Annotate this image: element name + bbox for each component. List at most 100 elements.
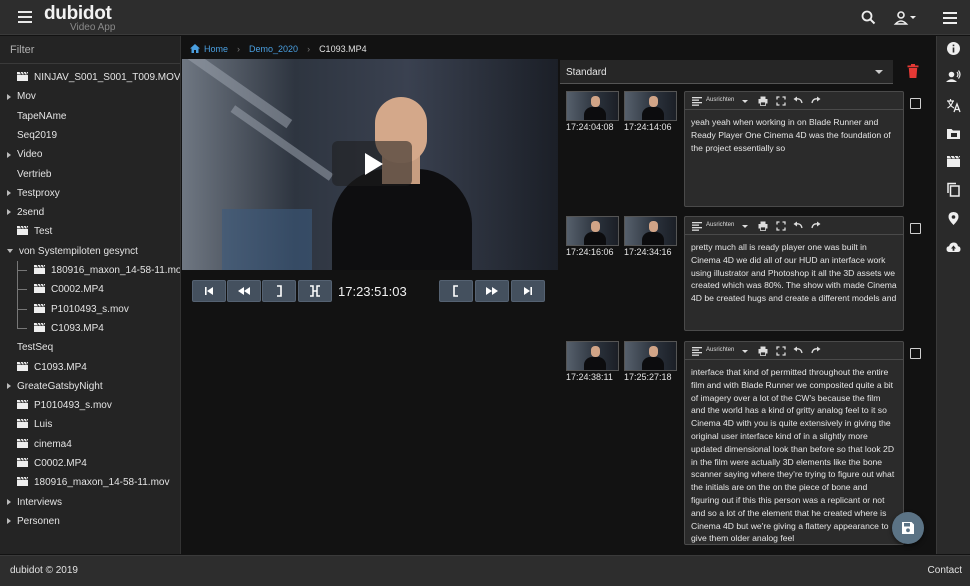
cloud-upload-icon[interactable] <box>946 240 961 255</box>
rewind-button[interactable] <box>227 280 261 302</box>
caret-down-icon[interactable] <box>742 221 748 231</box>
redo-icon[interactable] <box>811 221 821 231</box>
transcript-text[interactable]: pretty much all is ready player one was … <box>685 235 903 311</box>
chevron-down-icon[interactable] <box>7 249 13 254</box>
tree-folder[interactable]: Personen <box>7 512 60 531</box>
align-left-icon[interactable] <box>692 221 702 231</box>
tree-folder[interactable]: Interviews <box>7 493 62 512</box>
tree-folder[interactable]: von Systempiloten gesynct <box>7 242 138 261</box>
transcript-editor[interactable]: Ausrichten interface that kind of permitt… <box>684 341 904 545</box>
tree-item-label: Vertrieb <box>17 168 52 180</box>
save-button[interactable] <box>892 512 924 544</box>
chevron-right-icon[interactable] <box>7 190 11 197</box>
print-icon[interactable] <box>758 96 768 106</box>
tree-folder[interactable]: Testproxy <box>7 184 60 203</box>
tree-item[interactable]: C0002.MP4 <box>34 280 104 299</box>
undo-icon[interactable] <box>793 346 803 356</box>
tree-item[interactable]: cinema4 <box>17 435 72 454</box>
filter-input[interactable]: Filter <box>0 36 180 64</box>
tree-item[interactable]: NINJAV_S001_S001_T009.MOV <box>17 68 180 87</box>
delete-icon[interactable] <box>907 64 919 78</box>
chevron-right-icon[interactable] <box>7 383 11 390</box>
segment-checkbox[interactable] <box>910 223 921 234</box>
menu-icon[interactable] <box>940 8 960 28</box>
fullscreen-icon[interactable] <box>776 96 786 106</box>
clapperboard-icon[interactable] <box>946 154 961 169</box>
video-player[interactable] <box>182 59 558 270</box>
tree-folder[interactable]: 2send <box>7 203 44 222</box>
tree-item[interactable]: P1010493_s.mov <box>34 300 129 319</box>
translate-icon[interactable] <box>946 98 961 113</box>
tree-item[interactable]: Test <box>17 222 52 241</box>
align-left-icon[interactable] <box>692 96 702 106</box>
transcript-editor[interactable]: Ausrichten pretty much all is ready playe… <box>684 216 904 331</box>
print-icon[interactable] <box>758 221 768 231</box>
print-icon[interactable] <box>758 346 768 356</box>
undo-icon[interactable] <box>793 221 803 231</box>
location-pin-icon[interactable] <box>946 211 961 226</box>
caret-down-icon[interactable] <box>742 346 748 356</box>
first-frame-button[interactable] <box>192 280 226 302</box>
tree-item[interactable]: Vertrieb <box>17 165 51 184</box>
align-left-icon[interactable] <box>692 346 702 356</box>
tree-item[interactable]: Seq2019 <box>17 126 57 145</box>
redo-icon[interactable] <box>811 96 821 106</box>
tree-item[interactable]: TestSeq <box>17 338 53 357</box>
segment-thumbnail[interactable] <box>566 341 619 371</box>
segment-thumbnail[interactable] <box>624 341 677 371</box>
segment-thumbnail[interactable] <box>624 91 677 121</box>
tree-item[interactable]: C1093.MP4 <box>17 358 87 377</box>
breadcrumb-home[interactable]: Home <box>204 44 228 54</box>
mark-out-button[interactable] <box>262 280 296 302</box>
fullscreen-icon[interactable] <box>776 221 786 231</box>
chevron-right-icon[interactable] <box>7 518 11 525</box>
fullscreen-icon[interactable] <box>776 346 786 356</box>
segment-thumbnail[interactable] <box>566 216 619 246</box>
tree-item[interactable]: 180916_maxon_14-58-11.mov <box>17 473 169 492</box>
play-button[interactable] <box>332 141 412 186</box>
copy-icon[interactable] <box>946 182 961 197</box>
info-icon[interactable] <box>946 41 961 56</box>
tree-item[interactable]: C0002.MP4 <box>17 454 87 473</box>
tree-item[interactable]: P1010493_s.mov <box>17 396 112 415</box>
last-frame-button[interactable] <box>511 280 545 302</box>
account-icon[interactable] <box>893 8 919 28</box>
transcript-editor[interactable]: Ausrichten yeah yeah when working in on B… <box>684 91 904 207</box>
contact-link[interactable]: Contact <box>928 565 962 576</box>
caret-down-icon[interactable] <box>742 96 748 106</box>
chevron-right-icon[interactable] <box>7 209 11 216</box>
align-dropdown[interactable]: Ausrichten <box>706 97 734 103</box>
align-dropdown[interactable]: Ausrichten <box>706 347 734 353</box>
tree-item-label: C1093.MP4 <box>51 322 104 334</box>
segment-checkbox[interactable] <box>910 98 921 109</box>
transcript-text[interactable]: interface that kind of permitted through… <box>685 360 903 544</box>
tree-folder[interactable]: Video <box>7 145 42 164</box>
search-icon[interactable] <box>859 8 879 28</box>
mark-in-button[interactable] <box>439 280 473 302</box>
segment-thumbnail[interactable] <box>566 91 619 121</box>
speaker-voice-icon[interactable] <box>946 69 961 84</box>
language-select[interactable]: Standard <box>560 60 893 84</box>
tree-folder[interactable]: GreateGatsbyNight <box>7 377 103 396</box>
app-header: dubidot Video App <box>0 0 970 35</box>
tree-item[interactable]: TapeNAme <box>17 107 66 126</box>
chevron-right-icon[interactable] <box>7 498 11 505</box>
clapperboard-icon <box>17 361 28 371</box>
menu-icon[interactable] <box>18 11 32 23</box>
align-dropdown[interactable]: Ausrichten <box>706 222 734 228</box>
redo-icon[interactable] <box>811 346 821 356</box>
tree-item[interactable]: 180916_maxon_14-58-11.mov <box>34 261 180 280</box>
tree-item[interactable]: Luis <box>17 415 52 434</box>
undo-icon[interactable] <box>793 96 803 106</box>
mark-in-out-button[interactable] <box>298 280 332 302</box>
tree-item[interactable]: C1093.MP4 <box>34 319 104 338</box>
movie-folder-icon[interactable] <box>946 126 961 141</box>
segment-thumbnail[interactable] <box>624 216 677 246</box>
breadcrumb-folder[interactable]: Demo_2020 <box>249 44 298 54</box>
segment-checkbox[interactable] <box>910 348 921 359</box>
tree-folder[interactable]: Mov <box>7 87 36 106</box>
chevron-right-icon[interactable] <box>7 151 11 158</box>
fast-forward-button[interactable] <box>475 280 509 302</box>
chevron-right-icon[interactable] <box>7 93 11 100</box>
transcript-text[interactable]: yeah yeah when working in on Blade Runne… <box>685 110 903 160</box>
